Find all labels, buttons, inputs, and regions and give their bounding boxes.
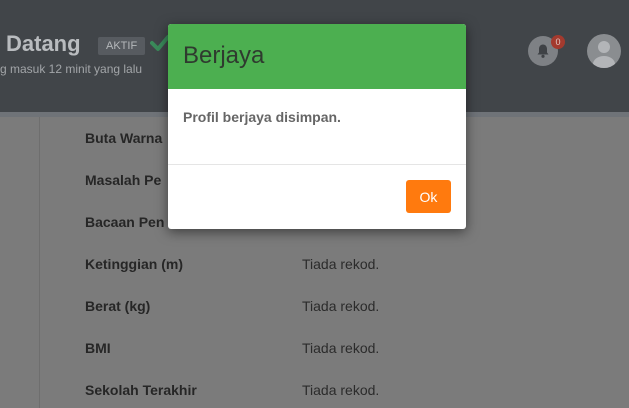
- modal-header: Berjaya: [168, 24, 466, 89]
- profile-row: Berat (kg) Tiada rekod.: [85, 298, 605, 318]
- bell-icon: [537, 44, 549, 58]
- row-label: Masalah Pe: [85, 172, 162, 188]
- last-login-text: g masuk 12 minit yang lalu: [0, 62, 143, 76]
- row-value: Tiada rekod.: [302, 340, 380, 356]
- row-label: Sekolah Terakhir: [85, 382, 197, 398]
- modal-title: Berjaya: [183, 42, 265, 69]
- modal-message: Profil berjaya disimpan.: [183, 109, 341, 125]
- modal-divider: [168, 164, 466, 165]
- notification-count-badge: 0: [551, 35, 565, 49]
- row-label: BMI: [85, 340, 111, 356]
- check-icon: [150, 35, 170, 51]
- row-value: Tiada rekod.: [302, 298, 380, 314]
- content-divider: [39, 117, 40, 408]
- row-label: Ketinggian (m): [85, 256, 183, 272]
- row-label: Buta Warna: [85, 130, 163, 146]
- status-badge: AKTIF: [98, 37, 146, 55]
- row-value: Tiada rekod.: [302, 382, 380, 398]
- profile-row: Ketinggian (m) Tiada rekod.: [85, 256, 605, 276]
- user-avatar-icon: [593, 41, 615, 68]
- ok-button[interactable]: Ok: [406, 180, 451, 213]
- profile-row: Sekolah Terakhir Tiada rekod.: [85, 382, 605, 402]
- success-modal: Berjaya Profil berjaya disimpan. Ok: [168, 24, 466, 229]
- profile-row: BMI Tiada rekod.: [85, 340, 605, 360]
- user-avatar[interactable]: [587, 34, 621, 68]
- row-value: Tiada rekod.: [302, 256, 380, 272]
- welcome-title: Datang: [6, 31, 81, 56]
- row-label: Bacaan Pen: [85, 214, 165, 230]
- row-label: Berat (kg): [85, 298, 151, 314]
